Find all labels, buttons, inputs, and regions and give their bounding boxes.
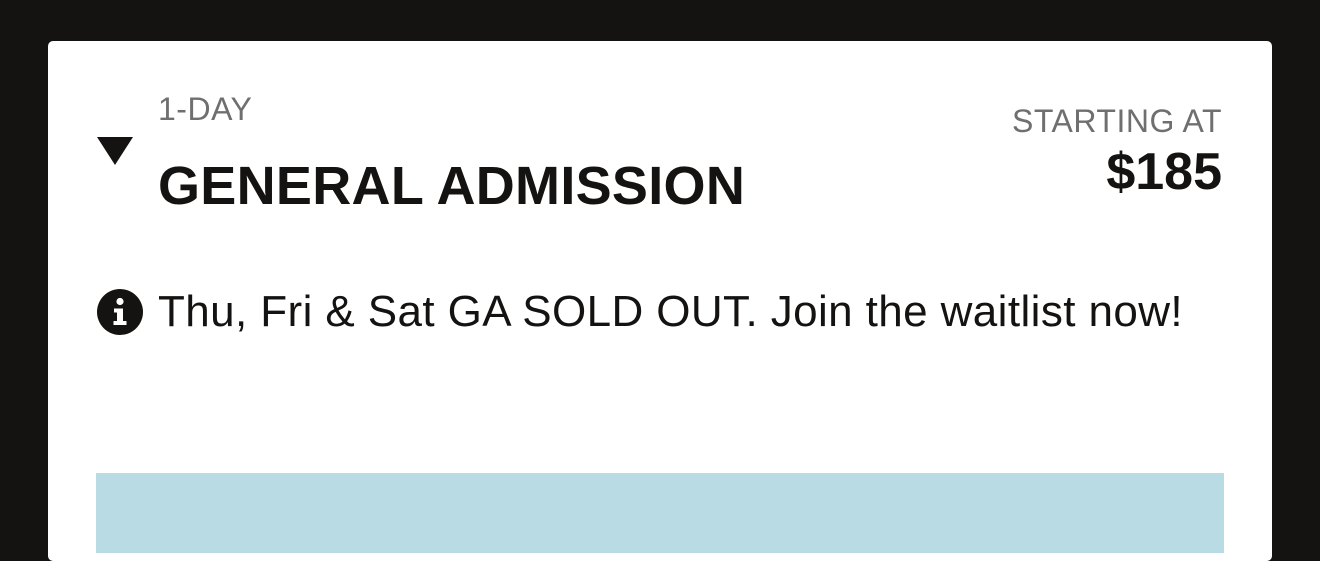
ticket-tier: 1-DAY	[158, 91, 253, 127]
ticket-card: 1-DAY GENERAL ADMISSION STARTING AT $185…	[48, 41, 1272, 561]
price-caption: STARTING AT	[1012, 103, 1222, 139]
caret-down-icon[interactable]	[97, 137, 133, 165]
notice-text: Thu, Fri & Sat GA SOLD OUT. Join the wai…	[158, 287, 1184, 336]
ticket-header-toggle[interactable]: 1-DAY GENERAL ADMISSION STARTING AT $185	[48, 41, 1272, 241]
ticket-price: $185	[1106, 143, 1222, 201]
waitlist-banner[interactable]	[96, 473, 1224, 553]
price-block: STARTING AT $185	[1012, 101, 1222, 201]
ticket-title: GENERAL ADMISSION	[158, 156, 746, 216]
info-icon	[97, 289, 143, 335]
